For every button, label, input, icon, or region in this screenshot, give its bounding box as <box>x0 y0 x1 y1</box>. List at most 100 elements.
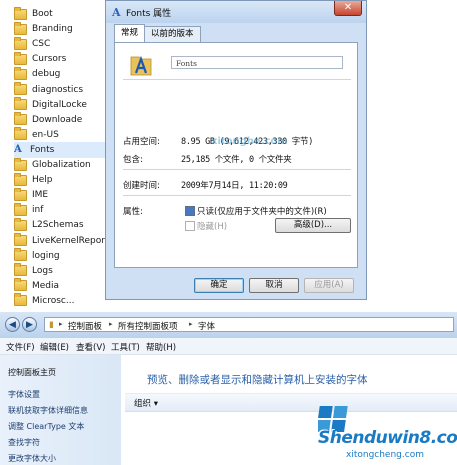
contains-value: 25,185 个文件, 0 个文件夹 <box>181 155 292 165</box>
tree-item-label: L2Schemas <box>32 220 84 231</box>
tree-item-fonts[interactable]: A Fonts <box>14 141 110 158</box>
change-font-size-link[interactable]: 更改字体大小 <box>8 453 56 464</box>
tab-general[interactable]: 常规 <box>114 24 146 42</box>
forward-arrow-icon: ▶ <box>26 320 33 330</box>
folder-icon <box>14 21 27 35</box>
menu-file[interactable]: 文件(F) <box>6 341 35 353</box>
cancel-button[interactable]: 取消 <box>249 278 299 293</box>
folder-icon <box>14 97 27 111</box>
find-character-link[interactable]: 查找字符 <box>8 437 40 448</box>
fonts-folder-icon: A <box>112 6 121 19</box>
folder-icon <box>14 202 27 216</box>
back-arrow-icon: ◀ <box>9 320 16 330</box>
control-panel-home-link[interactable]: 控制面板主页 <box>8 367 56 378</box>
font-settings-link[interactable]: 字体设置 <box>8 389 40 400</box>
tree-item-ime[interactable]: IME <box>14 187 110 203</box>
watermark-xitongcheng: xitongcheng.com <box>346 450 424 460</box>
breadcrumb-separator-icon: ▸ <box>109 320 113 328</box>
tree-item-label: Globalization <box>32 160 91 170</box>
folder-icon <box>14 127 27 141</box>
folder-icon <box>14 278 27 292</box>
organize-button[interactable]: 组织 ▾ <box>134 397 158 409</box>
menu-help[interactable]: 帮助(H) <box>146 341 176 353</box>
breadcrumb-all-items[interactable]: 所有控制面板项 <box>118 320 178 332</box>
separator <box>123 169 351 170</box>
attributes-label: 属性: <box>123 207 143 217</box>
tree-item-csc[interactable]: CSC <box>14 36 110 52</box>
fonts-properties-dialog: A Fonts 属性 ✕ 常规 以前的版本 Fonts 占用空间: 8.95 G… <box>105 0 367 300</box>
folder-icon <box>14 36 27 50</box>
tree-item-label: Cursors <box>32 54 67 65</box>
fonts-folder-icon: A <box>14 144 22 156</box>
tree-item-boot[interactable]: Boot <box>14 6 110 22</box>
menu-tools[interactable]: 工具(T) <box>111 341 140 353</box>
folder-icon <box>14 51 27 65</box>
breadcrumb-fonts[interactable]: 字体 <box>198 320 215 332</box>
tree-item-label: LiveKernelReports <box>32 235 110 246</box>
tree-item-label: DigitalLocke <box>32 99 87 110</box>
apply-button[interactable]: 应用(A) <box>304 278 354 293</box>
tree-item-label: Help <box>32 175 53 186</box>
separator <box>123 195 351 196</box>
fonts-main-pane: 预览、删除或者显示和隐藏计算机上安装的字体 组织 ▾ <box>121 355 457 465</box>
forward-button[interactable]: ▶ <box>22 317 37 332</box>
folder-icon <box>14 293 27 307</box>
folder-icon <box>14 263 27 277</box>
task-pane: 控制面板主页 字体设置 联机获取字体详细信息 调整 ClearType 文本 查… <box>0 355 121 465</box>
menu-view[interactable]: 查看(V) <box>76 341 105 353</box>
readonly-label: 只读(仅应用于文件夹中的文件)(R) <box>197 207 327 217</box>
advanced-button[interactable]: 高级(D)... <box>275 218 351 233</box>
tree-item-cursors[interactable]: Cursors <box>14 51 110 67</box>
breadcrumb-control-panel[interactable]: 控制面板 <box>68 320 102 332</box>
control-panel-icon: ▮ <box>49 320 54 330</box>
command-bar: 组织 ▾ <box>125 393 457 412</box>
tree-item-branding[interactable]: Branding <box>14 21 110 37</box>
tree-item-label: Fonts <box>30 144 55 155</box>
dialog-tabs: 常规 以前的版本 <box>114 24 201 42</box>
tree-item-label: diagnostics <box>32 84 84 95</box>
watermark-xitonghe: xitonghe.com <box>211 136 288 147</box>
ok-button[interactable]: 确定 <box>194 278 244 293</box>
folder-icon <box>14 217 27 231</box>
folder-icon <box>14 6 27 20</box>
created-label: 创建时间: <box>123 181 160 191</box>
adjust-cleartype-link[interactable]: 调整 ClearType 文本 <box>8 421 84 432</box>
tree-item-label: Branding <box>32 24 73 35</box>
tree-item-globalization[interactable]: Globalization <box>14 157 110 173</box>
tree-item-label: debug <box>32 69 61 80</box>
size-on-disk-label: 占用空间: <box>123 137 160 147</box>
created-value: 2009年7月14日, 11:20:09 <box>181 181 288 191</box>
tree-item-label: loging <box>32 250 60 261</box>
tab-previous-versions[interactable]: 以前的版本 <box>144 26 201 42</box>
tree-item-l2schemas[interactable]: L2Schemas <box>14 217 110 233</box>
breadcrumb-separator-icon: ▸ <box>59 320 63 328</box>
readonly-checkbox[interactable] <box>185 206 195 216</box>
tree-item-inf[interactable]: inf <box>14 202 110 218</box>
tree-item-help[interactable]: Help <box>14 172 110 188</box>
blank-patch <box>66 248 110 300</box>
dialog-titlebar[interactable]: A Fonts 属性 ✕ <box>106 1 366 23</box>
control-panel-fonts-window: ◀ ▶ ▮ ▸ 控制面板 ▸ 所有控制面板项 ▸ 字体 文件(F) 编辑(E) … <box>0 312 457 465</box>
folder-icon <box>14 248 27 262</box>
address-bar[interactable]: ▮ ▸ 控制面板 ▸ 所有控制面板项 ▸ 字体 <box>44 317 454 332</box>
folder-icon <box>14 187 27 201</box>
separator <box>123 79 351 80</box>
menu-edit[interactable]: 编辑(E) <box>40 341 69 353</box>
back-button[interactable]: ◀ <box>5 317 20 332</box>
tree-item-label: en-US <box>32 129 59 140</box>
tree-item-label: IME <box>32 190 49 201</box>
tree-item-livekernelreports[interactable]: LiveKernelReports <box>14 233 110 249</box>
page-heading: 预览、删除或者显示和隐藏计算机上安装的字体 <box>147 374 368 386</box>
tree-item-label: Boot <box>32 9 53 19</box>
hidden-checkbox[interactable] <box>185 221 195 231</box>
online-font-info-link[interactable]: 联机获取字体详细信息 <box>8 405 88 416</box>
close-icon: ✕ <box>343 2 353 13</box>
tree-item-label: Media <box>32 280 60 291</box>
close-button[interactable]: ✕ <box>334 1 362 16</box>
tree-item-label: Logs <box>32 265 53 276</box>
tree-item-label: Downloade <box>32 114 83 125</box>
folder-name-field[interactable]: Fonts <box>171 56 343 69</box>
breadcrumb-separator-icon: ▸ <box>189 320 193 328</box>
folder-icon <box>14 233 27 246</box>
general-panel: Fonts 占用空间: 8.95 GB (9,612,423,330 字节) 包… <box>114 42 358 268</box>
